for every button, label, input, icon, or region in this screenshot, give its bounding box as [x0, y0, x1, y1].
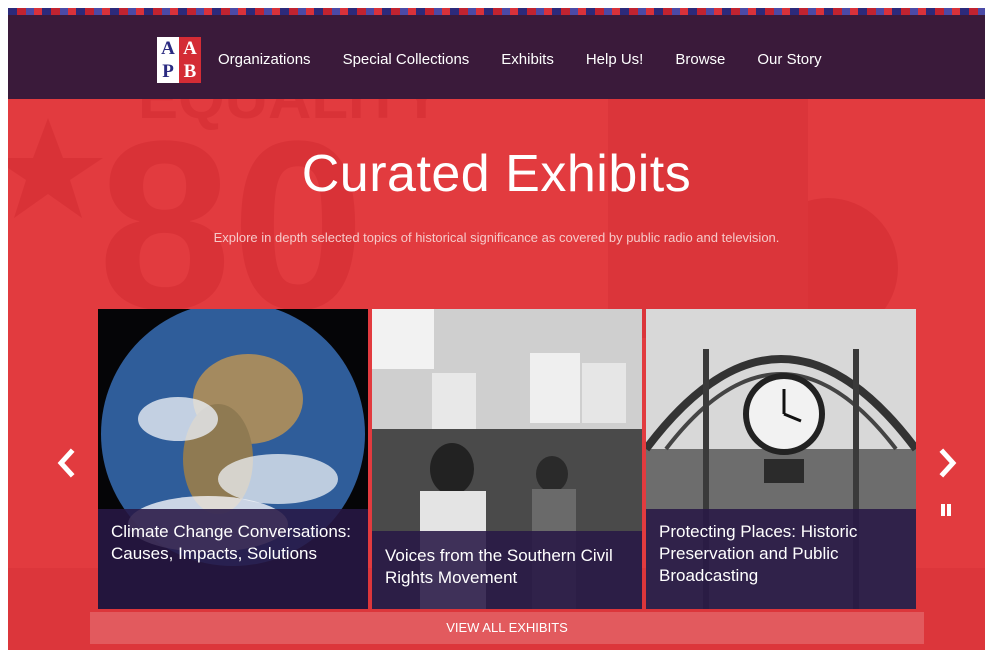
- exhibit-carousel: Climate Change Conversations: Causes, Im…: [98, 309, 916, 609]
- pause-icon[interactable]: [938, 502, 954, 518]
- chevron-left-icon: [57, 448, 75, 478]
- logo-letter: A: [157, 37, 179, 60]
- chevron-right-icon: [939, 448, 957, 478]
- nav-special-collections[interactable]: Special Collections: [343, 51, 470, 68]
- exhibit-card-caption: Voices from the Southern Civil Rights Mo…: [372, 531, 642, 609]
- exhibit-card-climate[interactable]: Climate Change Conversations: Causes, Im…: [98, 309, 368, 609]
- exhibit-card-caption: Climate Change Conversations: Causes, Im…: [98, 509, 368, 609]
- nav-help-us[interactable]: Help Us!: [586, 51, 644, 68]
- nav-organizations[interactable]: Organizations: [218, 51, 311, 68]
- nav-browse[interactable]: Browse: [675, 51, 725, 68]
- carousel-next-button[interactable]: [934, 446, 962, 480]
- exhibit-card-civil-rights[interactable]: Voices from the Southern Civil Rights Mo…: [372, 309, 642, 609]
- main-nav: Organizations Special Collections Exhibi…: [218, 51, 854, 68]
- page-title: Curated Exhibits: [301, 145, 692, 203]
- page-subtitle: Explore in depth selected topics of hist…: [213, 230, 780, 245]
- nav-our-story[interactable]: Our Story: [757, 51, 821, 68]
- page-frame: 80 EQUALITY A A P B Organizations Specia…: [8, 8, 985, 650]
- nav-exhibits[interactable]: Exhibits: [501, 51, 554, 68]
- view-all-exhibits-button[interactable]: VIEW ALL EXHIBITS: [90, 612, 924, 644]
- logo-letter: P: [157, 60, 179, 83]
- exhibit-card-preservation[interactable]: Protecting Places: Historic Preservation…: [646, 309, 916, 609]
- logo-letter: B: [179, 60, 201, 83]
- carousel-prev-button[interactable]: [52, 446, 80, 480]
- top-navbar: A A P B Organizations Special Collection…: [8, 15, 985, 99]
- exhibit-card-caption: Protecting Places: Historic Preservation…: [646, 509, 916, 609]
- aapb-logo[interactable]: A A P B: [157, 37, 201, 83]
- logo-letter: A: [179, 37, 201, 60]
